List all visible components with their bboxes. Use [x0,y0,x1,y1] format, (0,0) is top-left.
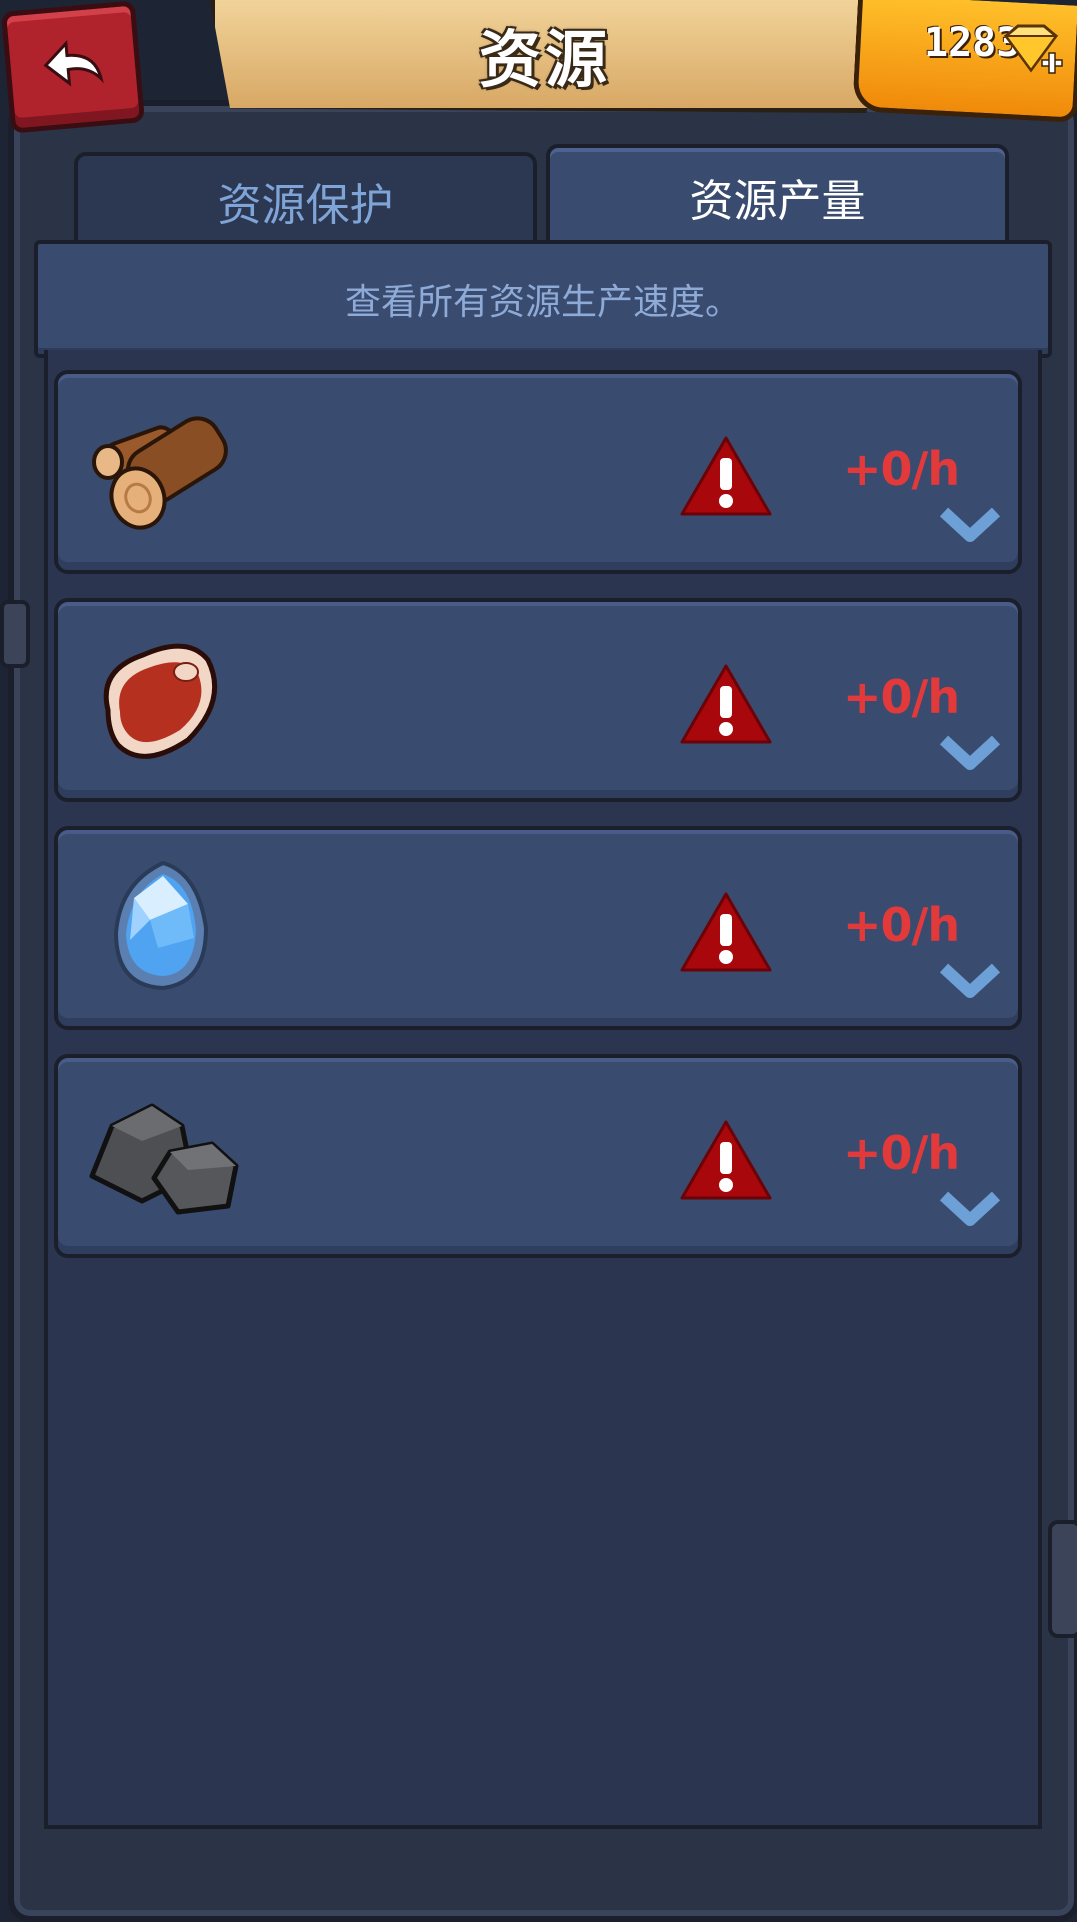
description-bar: 查看所有资源生产速度。 [34,240,1052,358]
back-arrow-icon [35,32,110,102]
chevron-down-icon[interactable] [938,960,1002,1004]
warning-icon[interactable] [678,890,774,978]
resource-row-meat[interactable]: +0/h [54,598,1022,802]
tab-resource-protection[interactable]: 资源保护 [74,152,537,246]
wood-log-icon [88,402,238,542]
stone-icon [82,1086,242,1226]
warning-icon[interactable] [678,434,774,522]
title-banner: 资源 [210,0,880,113]
chevron-down-icon[interactable] [938,732,1002,776]
tab-resource-production[interactable]: 资源产量 [546,144,1009,246]
description-text: 查看所有资源生产速度。 [344,282,741,323]
gem-plus-icon [1000,22,1066,86]
chevron-down-icon[interactable] [938,504,1002,548]
page-title: 资源 [478,23,611,96]
resource-row-stone[interactable]: +0/h [54,1054,1022,1258]
meat-steak-icon [88,630,238,770]
chevron-down-icon[interactable] [938,1188,1002,1232]
production-rate: +0/h [843,898,960,952]
tab-label: 资源产量 [689,176,866,227]
rock-decoration-right [1048,1520,1077,1638]
resource-row-crystal[interactable]: +0/h [54,826,1022,1030]
resource-row-wood[interactable]: +0/h [54,370,1022,574]
crystal-icon [88,858,238,998]
back-button[interactable] [0,0,146,134]
warning-icon[interactable] [678,1118,774,1206]
production-rate: +0/h [843,670,960,724]
production-rate: +0/h [843,442,960,496]
rock-decoration-left [0,600,30,668]
tab-label: 资源保护 [217,180,394,231]
production-rate: +0/h [843,1126,960,1180]
warning-icon[interactable] [678,662,774,750]
